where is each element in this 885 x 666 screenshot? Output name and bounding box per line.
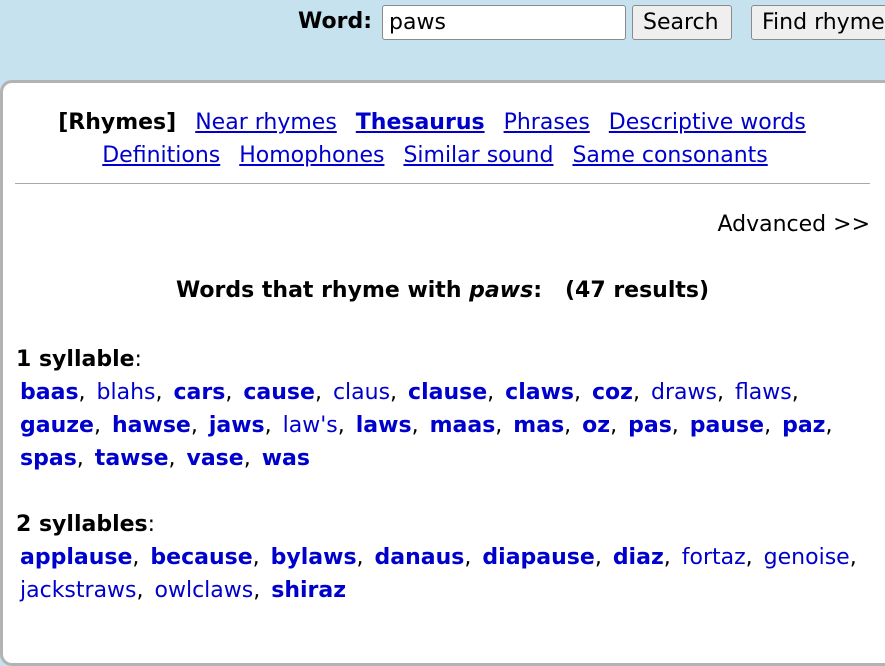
tab-thesaurus[interactable]: Thesaurus [356, 110, 485, 135]
word-separator: , [190, 413, 205, 438]
word-separator: , [225, 380, 240, 405]
advanced-link[interactable]: Advanced >> [717, 212, 870, 237]
rhyme-word-link[interactable]: applause [20, 545, 132, 570]
rhyme-word-link[interactable]: pas [628, 413, 672, 438]
rhyme-word-link[interactable]: law's [283, 413, 338, 438]
word-separator: , [93, 413, 108, 438]
word-separator: , [716, 380, 731, 405]
word-separator: , [764, 413, 779, 438]
rhyme-word-link[interactable]: clause [408, 380, 487, 405]
rhyme-word-link[interactable]: bylaws [271, 545, 357, 570]
heading-prefix: Words that rhyme with [175, 278, 462, 303]
word-separator: , [337, 413, 352, 438]
rhyme-word-link[interactable]: cars [174, 380, 226, 405]
word-separator: , [632, 380, 647, 405]
word-separator: , [825, 413, 833, 438]
word-separator: , [671, 413, 686, 438]
word-list: applause, because, bylaws, danaus, diapa… [16, 541, 876, 607]
tab-rhymes-current: [Rhymes] [58, 110, 177, 135]
word-separator: , [78, 380, 93, 405]
rhyme-word-link[interactable]: baas [20, 380, 79, 405]
rhyme-word-link[interactable]: pause [690, 413, 764, 438]
rhyme-word-link[interactable]: danaus [375, 545, 465, 570]
word-separator: , [610, 413, 625, 438]
section-title: 2 syllables [16, 512, 148, 537]
rhyme-word-link[interactable]: jaws [209, 413, 265, 438]
word-separator: , [849, 545, 857, 570]
rhyme-word-link[interactable]: claus [333, 380, 390, 405]
word-separator: , [464, 545, 479, 570]
rhyme-word-link[interactable]: was [262, 446, 310, 471]
word-separator: , [495, 413, 510, 438]
word-separator: , [791, 380, 799, 405]
rhyme-word-link[interactable]: tawse [95, 446, 169, 471]
tab-phrases[interactable]: Phrases [504, 110, 590, 135]
divider [15, 183, 870, 184]
heading-suffix: : [533, 278, 542, 303]
word-separator: , [136, 578, 151, 603]
rhyme-word-link[interactable]: oz [582, 413, 610, 438]
word-separator: , [574, 380, 589, 405]
word-separator: , [253, 578, 268, 603]
rhyme-word-link[interactable]: maas [430, 413, 496, 438]
section-2-syllables: 2 syllables: applause, because, bylaws, … [16, 508, 876, 607]
section-1-syllable: 1 syllable: baas, blahs, cars, cause, cl… [16, 343, 876, 475]
word-separator: , [390, 380, 405, 405]
word-separator: , [243, 446, 258, 471]
word-label: Word: [298, 9, 372, 34]
word-separator: , [314, 380, 329, 405]
word-input[interactable] [382, 5, 626, 40]
rhyme-word-link[interactable]: coz [592, 380, 633, 405]
word-separator: , [168, 446, 183, 471]
rhyme-word-link[interactable]: because [150, 545, 252, 570]
word-separator: , [264, 413, 279, 438]
rhyme-word-link[interactable]: vase [187, 446, 244, 471]
tab-definitions[interactable]: Definitions [102, 143, 220, 168]
rhyme-word-link[interactable]: draws [651, 380, 717, 405]
word-separator: , [356, 545, 371, 570]
tab-near-rhymes[interactable]: Near rhymes [195, 110, 337, 135]
rhyme-word-link[interactable]: spas [20, 446, 77, 471]
rhyme-word-link[interactable]: paz [782, 413, 825, 438]
results-heading: Words that rhyme with paws: (47 results) [0, 278, 885, 303]
rhyme-word-link[interactable]: owlclaws [155, 578, 254, 603]
word-separator: , [487, 380, 502, 405]
rhyme-word-link[interactable]: genoise [764, 545, 850, 570]
heading-word: paws [469, 278, 534, 303]
word-separator: , [745, 545, 760, 570]
word-list: baas, blahs, cars, cause, claus, clause,… [16, 376, 876, 475]
word-separator: , [564, 413, 579, 438]
rhyme-word-link[interactable]: hawse [112, 413, 191, 438]
tab-similar-sound[interactable]: Similar sound [403, 143, 553, 168]
word-separator: , [132, 545, 147, 570]
word-separator: , [76, 446, 91, 471]
find-rhymes-button[interactable]: Find rhymes [751, 5, 885, 40]
rhyme-word-link[interactable]: mas [513, 413, 564, 438]
word-separator: , [252, 545, 267, 570]
rhyme-word-link[interactable]: diaz [613, 545, 664, 570]
word-separator: , [663, 545, 678, 570]
word-separator: , [155, 380, 170, 405]
tab-descriptive-words[interactable]: Descriptive words [609, 110, 806, 135]
rhyme-word-link[interactable]: blahs [97, 380, 156, 405]
section-title: 1 syllable [16, 347, 135, 372]
search-button[interactable]: Search [632, 5, 732, 40]
rhyme-word-link[interactable]: gauze [20, 413, 94, 438]
rhyme-word-link[interactable]: laws [356, 413, 412, 438]
tab-same-consonants[interactable]: Same consonants [572, 143, 767, 168]
tab-homophones[interactable]: Homophones [239, 143, 384, 168]
rhyme-word-link[interactable]: cause [243, 380, 315, 405]
rhyme-word-link[interactable]: flaws [735, 380, 792, 405]
word-separator: , [411, 413, 426, 438]
rhyme-word-link[interactable]: jackstraws [20, 578, 137, 603]
results-count: (47 results) [564, 278, 710, 303]
search-bar: Word: Search Find rhymes [0, 0, 885, 84]
rhyme-word-link[interactable]: fortaz [682, 545, 746, 570]
word-separator: , [594, 545, 609, 570]
rhyme-word-link[interactable]: diapause [482, 545, 594, 570]
rhyme-word-link[interactable]: shiraz [271, 578, 346, 603]
rhyme-word-link[interactable]: claws [505, 380, 574, 405]
nav-tabs: [Rhymes] Near rhymes Thesaurus Phrases D… [0, 106, 870, 172]
